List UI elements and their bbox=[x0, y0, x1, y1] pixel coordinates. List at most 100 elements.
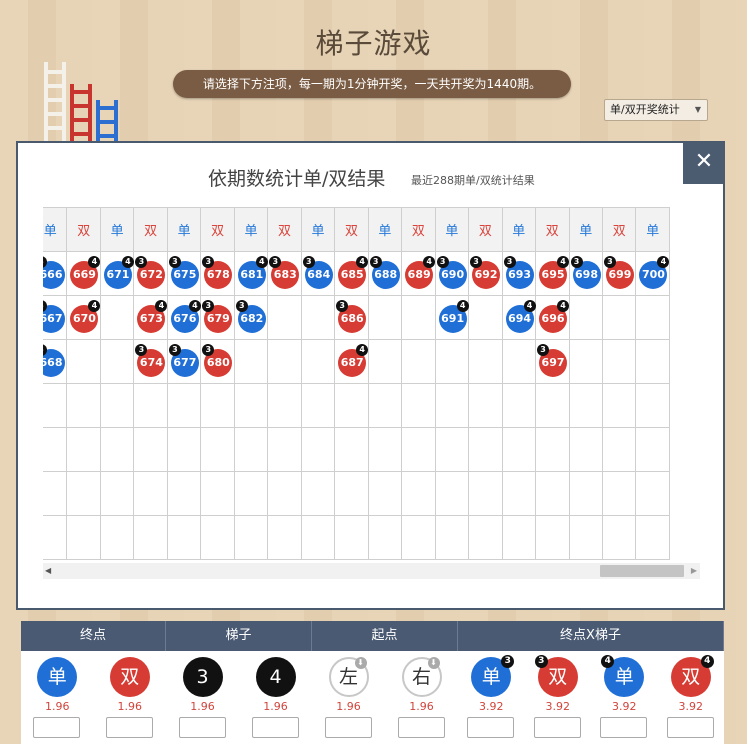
bet-option-ball[interactable]: 双3 bbox=[534, 655, 578, 697]
grid-cell bbox=[367, 383, 403, 428]
grid-cell bbox=[334, 471, 369, 516]
bet-option-ball[interactable]: 双4 bbox=[670, 655, 714, 697]
grid-cell: 3 690 bbox=[434, 251, 470, 296]
grid-row: 366836743677368046873697 bbox=[43, 339, 670, 384]
bet-option[interactable]: 3 1.96 bbox=[178, 651, 227, 744]
grid-cell bbox=[601, 295, 637, 340]
grid-cell bbox=[43, 383, 68, 428]
result-number: 687 bbox=[340, 356, 364, 369]
column-header: 单 bbox=[43, 207, 68, 252]
result-ball: 3 672 bbox=[135, 256, 166, 289]
grid-cell: 4 691 bbox=[434, 295, 470, 340]
bet-option[interactable]: 4 1.96 bbox=[251, 651, 300, 744]
grid-cell bbox=[43, 427, 68, 472]
bet-option[interactable]: 单 4 3.92 bbox=[600, 651, 648, 744]
bet-option-ball[interactable]: 右 ⬇ bbox=[401, 657, 442, 697]
result-ball: 4 671 bbox=[103, 256, 134, 289]
stat-type-value: 单/双开奖统计 bbox=[610, 103, 680, 116]
result-ball: 3667 bbox=[43, 300, 65, 333]
bet-option-label: 左 bbox=[338, 666, 358, 688]
bet-option[interactable]: 单 1.96 bbox=[33, 651, 81, 744]
result-ball: 3 697 bbox=[537, 344, 568, 377]
grid-cell bbox=[267, 339, 302, 384]
scroll-left-icon[interactable]: ◀ bbox=[45, 566, 51, 575]
grid-cell bbox=[535, 471, 570, 516]
grid-cell: 3 699 bbox=[601, 251, 637, 296]
bet-option-ball[interactable]: 单 bbox=[37, 657, 78, 697]
grid-cell bbox=[233, 339, 269, 384]
column-header: 单 bbox=[300, 207, 336, 252]
grid-cell bbox=[300, 427, 336, 472]
bet-amount-input[interactable] bbox=[397, 717, 445, 738]
result-ball: 4 694 bbox=[505, 300, 536, 333]
scroll-thumb[interactable] bbox=[600, 565, 684, 577]
grid-cell bbox=[99, 515, 135, 560]
horizontal-scrollbar[interactable]: ◀ ▶ bbox=[43, 563, 700, 579]
close-button[interactable]: ✕ bbox=[683, 142, 725, 184]
grid-cell: 3 677 bbox=[166, 339, 202, 384]
ladder-count-badge: 4 bbox=[523, 300, 536, 312]
stat-type-select[interactable]: 单/双开奖统计 ▼ bbox=[604, 99, 708, 121]
result-number: 679 bbox=[206, 312, 230, 325]
bet-amount-input[interactable] bbox=[533, 717, 581, 738]
result-ball: 3 686 bbox=[336, 300, 367, 333]
bet-amount-input[interactable] bbox=[178, 717, 226, 738]
ladder-count-badge: 4 bbox=[88, 256, 101, 268]
bet-amount-input[interactable] bbox=[33, 717, 81, 738]
ladder-count-badge: 4 bbox=[88, 300, 101, 312]
bet-amount-input[interactable] bbox=[105, 717, 153, 738]
bet-option[interactable]: 单 3 3.92 bbox=[467, 651, 515, 744]
ladder-count-badge: 3 bbox=[43, 344, 47, 356]
grid-cell bbox=[601, 515, 637, 560]
bet-option[interactable]: 双 4 3.92 bbox=[666, 651, 715, 744]
grid-cell bbox=[300, 383, 336, 428]
bet-amount-input[interactable] bbox=[467, 717, 515, 738]
grid-cell bbox=[43, 471, 68, 516]
grid-cell: 4 681 bbox=[233, 251, 269, 296]
grid-cell bbox=[434, 427, 470, 472]
bet-option[interactable]: 双 1.96 bbox=[105, 651, 154, 744]
grid-cell: 4 687 bbox=[334, 339, 369, 384]
bet-option-ball[interactable]: 双 bbox=[109, 657, 150, 697]
grid-row: 3667467046734676367936823686469146944696 bbox=[43, 295, 670, 340]
result-number: 688 bbox=[374, 268, 398, 281]
result-number: 695 bbox=[541, 268, 565, 281]
bet-amount-input[interactable] bbox=[324, 717, 372, 738]
ladder-count-badge: 3 bbox=[168, 344, 181, 356]
bet-option[interactable]: 右 ⬇ 1.96 bbox=[397, 651, 446, 744]
grid-cell bbox=[233, 471, 269, 516]
grid-cell bbox=[300, 471, 336, 516]
result-number: 693 bbox=[508, 268, 532, 281]
grid-cell bbox=[267, 471, 302, 516]
stats-modal: ✕ 依期数统计单/双结果 最近288期单/双统计结果 单双单双单双单双单双单双单… bbox=[16, 141, 725, 610]
grid-header-row: 单双单双单双单双单双单双单双单双单双单 bbox=[43, 207, 670, 252]
grid-cell bbox=[99, 339, 135, 384]
column-header: 双 bbox=[66, 207, 101, 252]
bet-option-ball[interactable]: 左 ⬇ bbox=[328, 657, 369, 697]
bet-section-title: 终点X梯子 bbox=[458, 621, 724, 651]
result-ball: 3 684 bbox=[302, 256, 333, 289]
bet-option-label: 4 bbox=[269, 666, 282, 688]
grid-cell: 3 686 bbox=[334, 295, 369, 340]
ladder-count-badge: 3 bbox=[168, 256, 181, 268]
bet-option[interactable]: 双 3 3.92 bbox=[533, 651, 582, 744]
ladder-count-badge: 3 bbox=[470, 256, 483, 268]
arrow-down-icon: ⬇ bbox=[427, 657, 440, 669]
notice-banner: 请选择下方注项，每一期为1分钟开奖，一天共开奖为1440期。 bbox=[173, 70, 571, 98]
scroll-right-icon[interactable]: ▶ bbox=[691, 566, 697, 575]
bet-option-ball[interactable]: 单3 bbox=[471, 655, 515, 697]
grid-cell: 4 696 bbox=[535, 295, 570, 340]
bet-amount-input[interactable] bbox=[666, 717, 714, 738]
bet-odds: 1.96 bbox=[263, 700, 288, 713]
bet-option-label: 单 bbox=[614, 666, 634, 688]
bet-amount-input[interactable] bbox=[251, 717, 299, 738]
ladder-count-badge: 3 bbox=[202, 344, 215, 356]
result-ball: 4 689 bbox=[405, 256, 436, 289]
grid-cell bbox=[66, 339, 101, 384]
bet-option-ball[interactable]: 3 bbox=[182, 657, 223, 697]
bet-option[interactable]: 左 ⬇ 1.96 bbox=[324, 651, 373, 744]
bet-option-ball[interactable]: 4 bbox=[255, 657, 296, 697]
bet-amount-input[interactable] bbox=[600, 717, 648, 738]
ladder-count-badge: 4 bbox=[356, 344, 369, 356]
bet-option-ball[interactable]: 单4 bbox=[601, 655, 645, 697]
